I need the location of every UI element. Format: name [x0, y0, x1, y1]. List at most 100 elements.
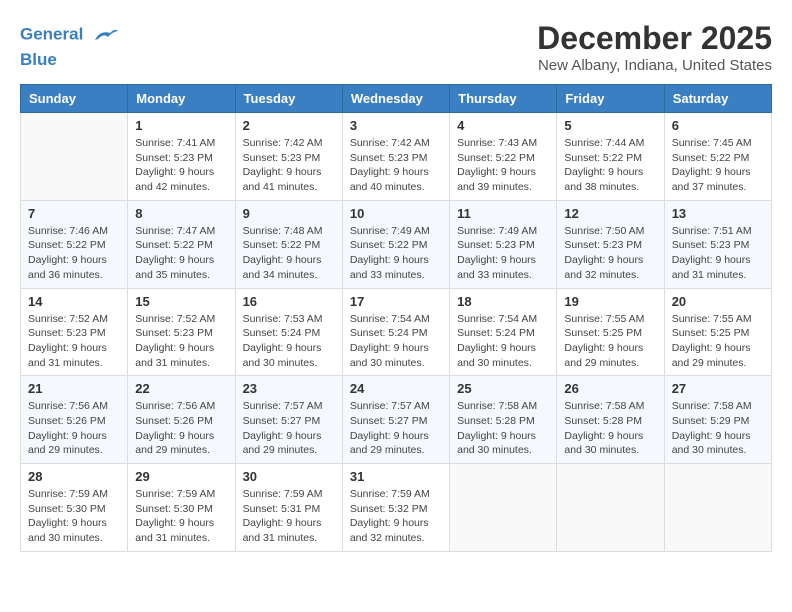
calendar-day-header-wednesday: Wednesday [342, 85, 449, 113]
day-number: 16 [243, 294, 335, 309]
day-number: 3 [350, 118, 442, 133]
day-number: 17 [350, 294, 442, 309]
day-info: Sunrise: 7:48 AMSunset: 5:22 PMDaylight:… [243, 224, 335, 283]
day-info: Sunrise: 7:53 AMSunset: 5:24 PMDaylight:… [243, 312, 335, 371]
day-number: 18 [457, 294, 549, 309]
calendar-cell: 1 Sunrise: 7:41 AMSunset: 5:23 PMDaylight… [128, 113, 235, 201]
logo: General Blue [20, 20, 120, 70]
calendar-cell: 25Sunrise: 7:58 AMSunset: 5:28 PMDayligh… [450, 376, 557, 464]
logo-text-general: General [20, 24, 83, 43]
day-number: 1 [135, 118, 227, 133]
calendar-cell: 6Sunrise: 7:45 AMSunset: 5:22 PMDaylight… [664, 113, 771, 201]
calendar-cell: 4 Sunrise: 7:43 AMSunset: 5:22 PMDaylight… [450, 113, 557, 201]
day-info: Sunrise: 7:59 AMSunset: 5:31 PMDaylight:… [243, 487, 335, 546]
calendar-cell [557, 464, 664, 552]
calendar-cell: 11 Sunrise: 7:49 AMSunset: 5:23 PMDayligh… [450, 200, 557, 288]
day-info: Sunrise: 7:49 AMSunset: 5:22 PMDaylight:… [350, 224, 442, 283]
day-number: 30 [243, 469, 335, 484]
day-info: Sunrise: 7:59 AMSunset: 5:32 PMDaylight:… [350, 487, 442, 546]
calendar-day-header-saturday: Saturday [664, 85, 771, 113]
day-number: 11 [457, 206, 549, 221]
calendar-cell: 7Sunrise: 7:46 AMSunset: 5:22 PMDaylight… [21, 200, 128, 288]
calendar-cell: 31 Sunrise: 7:59 AMSunset: 5:32 PMDayligh… [342, 464, 449, 552]
calendar-day-header-monday: Monday [128, 85, 235, 113]
calendar-cell: 16 Sunrise: 7:53 AMSunset: 5:24 PMDayligh… [235, 288, 342, 376]
day-info: Sunrise: 7:56 AMSunset: 5:26 PMDaylight:… [135, 399, 227, 458]
calendar-cell: 15 Sunrise: 7:52 AMSunset: 5:23 PMDayligh… [128, 288, 235, 376]
calendar-cell: 27 Sunrise: 7:58 AMSunset: 5:29 PMDayligh… [664, 376, 771, 464]
month-title: December 2025 [537, 20, 772, 57]
calendar-cell: 18 Sunrise: 7:54 AMSunset: 5:24 PMDayligh… [450, 288, 557, 376]
day-info: Sunrise: 7:43 AMSunset: 5:22 PMDaylight:… [457, 136, 549, 195]
day-info: Sunrise: 7:58 AMSunset: 5:28 PMDaylight:… [457, 399, 549, 458]
calendar-cell: 9 Sunrise: 7:48 AMSunset: 5:22 PMDaylight… [235, 200, 342, 288]
day-number: 29 [135, 469, 227, 484]
day-number: 15 [135, 294, 227, 309]
day-info: Sunrise: 7:57 AMSunset: 5:27 PMDaylight:… [350, 399, 442, 458]
calendar-week-row: 28Sunrise: 7:59 AMSunset: 5:30 PMDayligh… [21, 464, 772, 552]
calendar-cell [450, 464, 557, 552]
day-number: 14 [28, 294, 120, 309]
day-info: Sunrise: 7:42 AMSunset: 5:23 PMDaylight:… [350, 136, 442, 195]
day-number: 10 [350, 206, 442, 221]
day-number: 9 [243, 206, 335, 221]
day-info: Sunrise: 7:42 AMSunset: 5:23 PMDaylight:… [243, 136, 335, 195]
calendar-cell: 24 Sunrise: 7:57 AMSunset: 5:27 PMDayligh… [342, 376, 449, 464]
calendar-day-header-friday: Friday [557, 85, 664, 113]
calendar-cell: 10 Sunrise: 7:49 AMSunset: 5:22 PMDayligh… [342, 200, 449, 288]
calendar-day-header-thursday: Thursday [450, 85, 557, 113]
calendar-cell: 29 Sunrise: 7:59 AMSunset: 5:30 PMDayligh… [128, 464, 235, 552]
calendar-cell: 28Sunrise: 7:59 AMSunset: 5:30 PMDayligh… [21, 464, 128, 552]
day-info: Sunrise: 7:57 AMSunset: 5:27 PMDaylight:… [243, 399, 335, 458]
day-number: 22 [135, 381, 227, 396]
location-title: New Albany, Indiana, United States [537, 57, 772, 74]
day-info: Sunrise: 7:41 AMSunset: 5:23 PMDaylight:… [135, 136, 227, 195]
day-info: Sunrise: 7:59 AMSunset: 5:30 PMDaylight:… [135, 487, 227, 546]
day-number: 21 [28, 381, 120, 396]
calendar-cell: 17Sunrise: 7:54 AMSunset: 5:24 PMDayligh… [342, 288, 449, 376]
calendar-cell: 14Sunrise: 7:52 AMSunset: 5:23 PMDayligh… [21, 288, 128, 376]
calendar-cell: 30 Sunrise: 7:59 AMSunset: 5:31 PMDayligh… [235, 464, 342, 552]
calendar-cell: 21 Sunrise: 7:56 AMSunset: 5:26 PMDayligh… [21, 376, 128, 464]
day-info: Sunrise: 7:56 AMSunset: 5:26 PMDaylight:… [28, 399, 120, 458]
day-info: Sunrise: 7:51 AMSunset: 5:23 PMDaylight:… [672, 224, 764, 283]
day-number: 26 [564, 381, 656, 396]
day-number: 5 [564, 118, 656, 133]
day-info: Sunrise: 7:59 AMSunset: 5:30 PMDaylight:… [28, 487, 120, 546]
day-info: Sunrise: 7:58 AMSunset: 5:29 PMDaylight:… [672, 399, 764, 458]
day-number: 24 [350, 381, 442, 396]
day-number: 4 [457, 118, 549, 133]
calendar-cell: 3 Sunrise: 7:42 AMSunset: 5:23 PMDaylight… [342, 113, 449, 201]
calendar-cell: 26 Sunrise: 7:58 AMSunset: 5:28 PMDayligh… [557, 376, 664, 464]
logo-text-blue: Blue [20, 50, 120, 70]
day-number: 7 [28, 206, 120, 221]
day-info: Sunrise: 7:49 AMSunset: 5:23 PMDaylight:… [457, 224, 549, 283]
day-info: Sunrise: 7:54 AMSunset: 5:24 PMDaylight:… [457, 312, 549, 371]
day-number: 19 [564, 294, 656, 309]
calendar-cell: 20 Sunrise: 7:55 AMSunset: 5:25 PMDayligh… [664, 288, 771, 376]
calendar-week-row: 7Sunrise: 7:46 AMSunset: 5:22 PMDaylight… [21, 200, 772, 288]
calendar-cell: 23Sunrise: 7:57 AMSunset: 5:27 PMDayligh… [235, 376, 342, 464]
day-number: 31 [350, 469, 442, 484]
calendar-day-header-tuesday: Tuesday [235, 85, 342, 113]
title-section: December 2025 New Albany, Indiana, Unite… [537, 20, 772, 74]
calendar-day-header-sunday: Sunday [21, 85, 128, 113]
day-info: Sunrise: 7:50 AMSunset: 5:23 PMDaylight:… [564, 224, 656, 283]
day-info: Sunrise: 7:58 AMSunset: 5:28 PMDaylight:… [564, 399, 656, 458]
calendar-week-row: 14 Sunrise: 7:52 AMSunset: 5:23 PMDayligh… [21, 288, 772, 376]
day-info: Sunrise: 7:55 AMSunset: 5:25 PMDaylight:… [672, 312, 764, 371]
day-info: Sunrise: 7:45 AMSunset: 5:22 PMDaylight:… [672, 136, 764, 195]
calendar-week-row: 1 Sunrise: 7:41 AMSunset: 5:23 PMDaylight… [21, 113, 772, 201]
calendar-cell [21, 113, 128, 201]
day-info: Sunrise: 7:52 AMSunset: 5:23 PMDaylight:… [135, 312, 227, 371]
calendar-cell: 22 Sunrise: 7:56 AMSunset: 5:26 PMDayligh… [128, 376, 235, 464]
calendar-cell: 5Sunrise: 7:44 AMSunset: 5:22 PMDaylight… [557, 113, 664, 201]
day-number: 20 [672, 294, 764, 309]
day-info: Sunrise: 7:47 AMSunset: 5:22 PMDaylight:… [135, 224, 227, 283]
day-number: 12 [564, 206, 656, 221]
day-number: 27 [672, 381, 764, 396]
page-header: General Blue December 2025 New Albany, I… [20, 20, 772, 74]
calendar-header-row: SundayMondayTuesdayWednesdayThursdayFrid… [21, 85, 772, 113]
calendar-cell: 13Sunrise: 7:51 AMSunset: 5:23 PMDayligh… [664, 200, 771, 288]
day-number: 2 [243, 118, 335, 133]
